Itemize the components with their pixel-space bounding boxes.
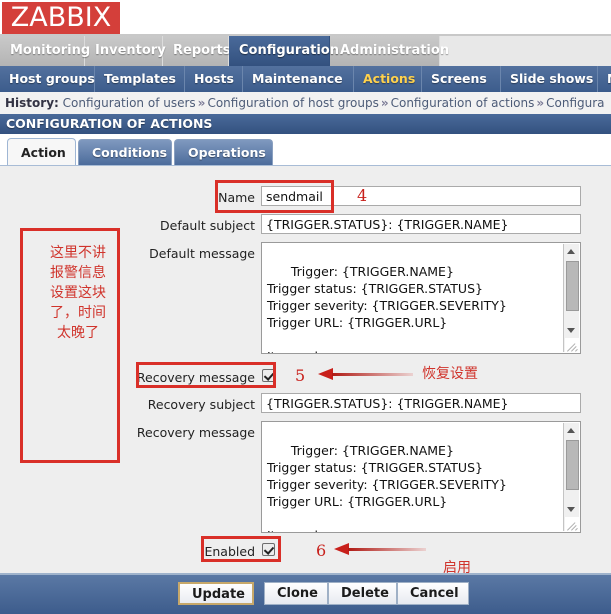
breadcrumb-item-3[interactable]: Configura — [546, 96, 604, 110]
breadcrumb-item-2[interactable]: Configuration of actions — [391, 96, 535, 110]
annotation-note-text: 这里不讲 报警信息 设置这块 了，时间 太晚了 — [50, 245, 106, 341]
breadcrumb-separator: » — [536, 96, 545, 110]
breadcrumb-item-0[interactable]: Configuration of users — [63, 96, 196, 110]
zabbix-action-config-page: ZABBIX Monitoring Inventory Reports Conf… — [0, 0, 611, 614]
annotation-number-6: 6 — [316, 541, 327, 560]
menu-item-configuration[interactable]: Configuration — [229, 36, 339, 66]
resize-grip-icon[interactable] — [565, 517, 579, 531]
recovery-message-textarea[interactable]: Trigger: {TRIGGER.NAME} Trigger status: … — [261, 421, 581, 533]
scroll-down-icon[interactable] — [564, 323, 579, 338]
scroll-down-icon[interactable] — [564, 502, 579, 517]
enabled-label: Enabled — [204, 544, 255, 559]
annotation-arrow-enabled-icon — [334, 543, 426, 555]
submenu-item-maintenance[interactable]: Maintenance — [243, 66, 354, 92]
clone-button[interactable]: Clone — [264, 582, 328, 605]
action-form: Name Default subject Default message Tri… — [0, 166, 611, 573]
footer-divider — [0, 573, 611, 575]
breadcrumb-item-1[interactable]: Configuration of host groups — [207, 96, 378, 110]
page-title: CONFIGURATION OF ACTIONS — [0, 114, 611, 134]
breadcrumb-separator: » — [380, 96, 389, 110]
tab-conditions[interactable]: Conditions — [78, 139, 172, 166]
recovery-message-checkbox[interactable] — [262, 369, 275, 382]
scrollbar-thumb[interactable] — [566, 261, 579, 311]
menu-item-reports[interactable]: Reports — [163, 36, 230, 66]
menu-item-monitoring[interactable]: Monitoring — [0, 36, 90, 66]
cancel-button[interactable]: Cancel — [397, 582, 469, 605]
sub-menu: Host groups Templates Hosts Maintenance … — [0, 66, 611, 92]
submenu-item-maps[interactable]: M — [598, 66, 611, 92]
submenu-item-slide-shows[interactable]: Slide shows — [501, 66, 598, 92]
recovery-message-label: Recovery message — [136, 425, 255, 440]
scroll-up-icon[interactable] — [564, 244, 579, 259]
zabbix-logo[interactable]: ZABBIX — [2, 2, 120, 34]
enabled-checkbox[interactable] — [262, 543, 275, 556]
name-input[interactable] — [261, 186, 581, 206]
tab-bar: Action Conditions Operations — [0, 136, 611, 166]
default-subject-input[interactable] — [261, 214, 581, 234]
tab-action[interactable]: Action — [7, 138, 76, 166]
annotation-arrow-recovery-icon — [318, 368, 413, 380]
breadcrumb: History: Configuration of users» Configur… — [0, 92, 611, 114]
default-message-label: Default message — [149, 246, 255, 261]
annotation-number-4: 4 — [357, 186, 368, 205]
update-button[interactable]: Update — [178, 582, 254, 605]
menu-item-inventory[interactable]: Inventory — [85, 36, 166, 66]
default-message-textarea[interactable]: Trigger: {TRIGGER.NAME} Trigger status: … — [261, 242, 581, 354]
submenu-item-hosts[interactable]: Hosts — [185, 66, 243, 92]
annotation-label-recovery: 恢复设置 — [422, 366, 478, 382]
scrollbar-thumb[interactable] — [566, 440, 579, 490]
delete-button[interactable]: Delete — [328, 582, 397, 605]
form-action-bar: Update Clone Delete Cancel — [0, 573, 611, 614]
resize-grip-icon[interactable] — [565, 338, 579, 352]
default-message-scrollbar[interactable] — [563, 244, 579, 352]
submenu-item-templates[interactable]: Templates — [95, 66, 185, 92]
scroll-up-icon[interactable] — [564, 423, 579, 438]
recovery-message-scrollbar[interactable] — [563, 423, 579, 531]
tab-operations[interactable]: Operations — [174, 139, 273, 166]
submenu-item-actions[interactable]: Actions — [354, 66, 422, 92]
logo-band: ZABBIX — [0, 0, 611, 36]
default-message-text: Trigger: {TRIGGER.NAME} Trigger status: … — [267, 264, 507, 353]
menu-item-administration[interactable]: Administration — [330, 36, 449, 66]
breadcrumb-separator: » — [197, 96, 206, 110]
default-subject-label: Default subject — [160, 218, 255, 233]
main-menu: Monitoring Inventory Reports Configurati… — [0, 36, 611, 66]
submenu-item-host-groups[interactable]: Host groups — [0, 66, 95, 92]
name-label: Name — [218, 190, 255, 205]
recovery-subject-label: Recovery subject — [147, 397, 255, 412]
annotation-number-5: 5 — [295, 366, 306, 385]
recovery-subject-input[interactable] — [261, 393, 581, 413]
submenu-item-screens[interactable]: Screens — [422, 66, 501, 92]
annotation-label-enabled: 启用 — [443, 560, 471, 576]
recovery-message-toggle-label: Recovery message — [136, 370, 255, 385]
breadcrumb-label: History: — [5, 96, 59, 110]
recovery-message-text: Trigger: {TRIGGER.NAME} Trigger status: … — [267, 443, 507, 532]
